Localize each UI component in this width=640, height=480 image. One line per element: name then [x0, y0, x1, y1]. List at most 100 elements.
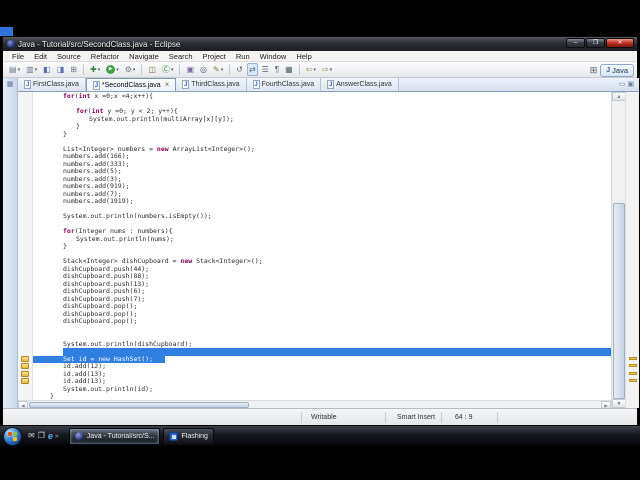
- quick-launch-mail-icon[interactable]: ✉: [28, 431, 35, 441]
- back-icon-dropdown[interactable]: ▾: [313, 67, 316, 73]
- menu-item-project[interactable]: Project: [198, 52, 231, 61]
- quick-launch-ie-icon[interactable]: e: [48, 431, 53, 441]
- new-element-icon[interactable]: ▥ ▾: [24, 63, 39, 76]
- start-button[interactable]: [3, 426, 22, 446]
- new-wizard-icon-dropdown[interactable]: ▾: [18, 67, 21, 73]
- print-icon[interactable]: ⊞: [68, 63, 79, 76]
- last-edit-location-icon[interactable]: ↺: [234, 63, 245, 76]
- overview-warning-tick[interactable]: [629, 364, 637, 367]
- menu-item-search[interactable]: Search: [164, 52, 198, 61]
- warning-marker[interactable]: [21, 355, 29, 362]
- overview-warning-tick[interactable]: [629, 379, 637, 382]
- menu-item-run[interactable]: Run: [231, 52, 255, 61]
- restore-view-icon[interactable]: ▦: [3, 80, 17, 88]
- code-line[interactable]: System.out.println(multiArray[x][y]);: [33, 115, 611, 124]
- open-perspective-icon[interactable]: ⊞: [590, 65, 598, 76]
- code-line[interactable]: Set id = new HashSet();: [33, 355, 611, 363]
- java-perspective-button[interactable]: J Java: [600, 63, 634, 77]
- code-line[interactable]: numbers.add(1919);: [33, 197, 611, 206]
- link-with-editor-icon[interactable]: ⇄: [246, 63, 258, 76]
- taskbar-button-label: Flashing: [181, 432, 208, 440]
- warning-marker[interactable]: [21, 378, 29, 384]
- save-all-icon-glyph: ◨: [56, 65, 65, 74]
- tab-secondclassjava[interactable]: J *SecondClass.java ×: [85, 78, 177, 91]
- code-line[interactable]: }: [33, 130, 611, 139]
- close-button[interactable]: ✕: [606, 38, 634, 48]
- code-line[interactable]: System.out.println(id);: [33, 385, 611, 394]
- annotation-nav-icon[interactable]: ✎ ▾: [211, 63, 225, 76]
- menu-item-help[interactable]: Help: [291, 52, 316, 61]
- debug-icon-dropdown[interactable]: ▾: [98, 67, 101, 73]
- menu-item-refactor[interactable]: Refactor: [86, 52, 124, 61]
- tab-close-icon[interactable]: ×: [165, 81, 170, 89]
- menu-item-window[interactable]: Window: [255, 52, 292, 61]
- code-line[interactable]: }: [33, 122, 611, 131]
- new-java-project-icon[interactable]: ◫: [146, 63, 158, 76]
- new-element-icon-dropdown[interactable]: ▾: [35, 67, 38, 73]
- external-tools-icon[interactable]: ⚙ ▾: [123, 63, 138, 76]
- new-java-class-icon-dropdown[interactable]: ▾: [171, 67, 174, 73]
- forward-icon[interactable]: ⇨ ▾: [320, 63, 334, 76]
- external-tools-icon-dropdown[interactable]: ▾: [133, 67, 136, 73]
- minimize-view-icon[interactable]: ▭: [619, 80, 626, 88]
- scroll-down-arrow[interactable]: ▼: [612, 399, 626, 408]
- menu-item-source[interactable]: Source: [52, 52, 86, 61]
- taskbar-button-2[interactable]: Flashing: [163, 427, 214, 445]
- tab-fourthclassjava[interactable]: J FourthClass.java: [246, 78, 322, 91]
- code-line[interactable]: dishCupboard.pop();: [33, 317, 611, 326]
- overview-warning-tick[interactable]: [629, 371, 637, 375]
- show-whitespace-icon[interactable]: ¶: [273, 63, 281, 76]
- forward-icon-dropdown[interactable]: ▾: [330, 67, 333, 73]
- maximize-button[interactable]: ❐: [586, 38, 605, 48]
- tab-firstclassjava[interactable]: J FirstClass.java: [18, 78, 86, 91]
- menu-item-navigate[interactable]: Navigate: [124, 52, 164, 61]
- new-element-icon-glyph: ▥: [26, 65, 34, 74]
- new-wizard-icon[interactable]: ▤ ▾: [7, 63, 22, 76]
- save-icon[interactable]: ◧: [41, 63, 53, 76]
- annotation-nav-icon-dropdown[interactable]: ▾: [221, 67, 224, 73]
- code-line[interactable]: System.out.println(nums);: [33, 235, 611, 244]
- taskbar-button-1[interactable]: Java - Tutorial/src/S...: [68, 427, 161, 445]
- overview-warning-tick[interactable]: [629, 356, 637, 360]
- menu-item-edit[interactable]: Edit: [29, 52, 52, 61]
- code-line[interactable]: System.out.println(dishCupboard);: [33, 340, 611, 349]
- run-icon-dropdown[interactable]: ▾: [116, 67, 119, 73]
- debug-icon[interactable]: ✚ ▾: [88, 63, 102, 76]
- back-icon[interactable]: ⇦ ▾: [304, 63, 318, 76]
- warning-marker[interactable]: [21, 370, 29, 377]
- search-icon[interactable]: ◎: [198, 63, 209, 76]
- menu-item-file[interactable]: File: [7, 52, 29, 61]
- save-all-icon[interactable]: ◨: [55, 63, 67, 76]
- new-wizard-icon-glyph: ▤: [9, 65, 17, 74]
- tab-answerclassjava[interactable]: J AnswerClass.java: [321, 78, 399, 91]
- code-line[interactable]: }: [33, 242, 611, 251]
- vertical-scrollbar[interactable]: ▲ ▼: [611, 92, 626, 408]
- run-icon[interactable]: ▶ ▾: [104, 63, 121, 76]
- code-area[interactable]: for(int x =0;x <4;x++){for(int y =0; y <…: [33, 93, 611, 401]
- tab-thirdclassjava[interactable]: J ThirdClass.java: [176, 78, 247, 91]
- code-line[interactable]: id.add(12);: [33, 362, 611, 371]
- open-element-icon[interactable]: ▣: [184, 63, 196, 76]
- code-line[interactable]: [33, 326, 611, 334]
- code-line[interactable]: for(int x =0;x <4;x++){: [33, 93, 611, 101]
- block-selection-icon[interactable]: ▦: [283, 63, 295, 76]
- warning-marker[interactable]: [21, 363, 29, 369]
- quick-launch-desktop-icon[interactable]: ❐: [38, 431, 45, 441]
- overview-ruler[interactable]: [625, 92, 639, 408]
- toolbar-separator: [179, 64, 181, 75]
- code-line[interactable]: System.out.println(numbers.isEmpty());: [33, 212, 611, 221]
- quick-launch-overflow[interactable]: »: [55, 433, 59, 440]
- maximize-view-icon[interactable]: ▣: [627, 80, 634, 88]
- scroll-up-arrow[interactable]: ▲: [612, 92, 626, 101]
- blue-fragment: [0, 27, 13, 36]
- toolbar-group: ✚ ▾ ▶ ▾ ⚙ ▾: [88, 63, 137, 76]
- new-java-class-icon[interactable]: Ⓒ ▾: [160, 63, 176, 76]
- show-breadcrumb-icon[interactable]: ☰: [260, 63, 271, 76]
- horizontal-scrollbar[interactable]: ◀ ▶: [18, 400, 611, 409]
- code-line[interactable]: id.add(13);: [33, 370, 611, 379]
- annotation-ruler[interactable]: [18, 92, 33, 408]
- vertical-scroll-thumb[interactable]: [613, 202, 625, 399]
- title-bar[interactable]: Java - Tutorial/src/SecondClass.java - E…: [3, 37, 637, 51]
- minimize-button[interactable]: –: [566, 38, 585, 48]
- window-controls: – ❐ ✕: [566, 38, 634, 48]
